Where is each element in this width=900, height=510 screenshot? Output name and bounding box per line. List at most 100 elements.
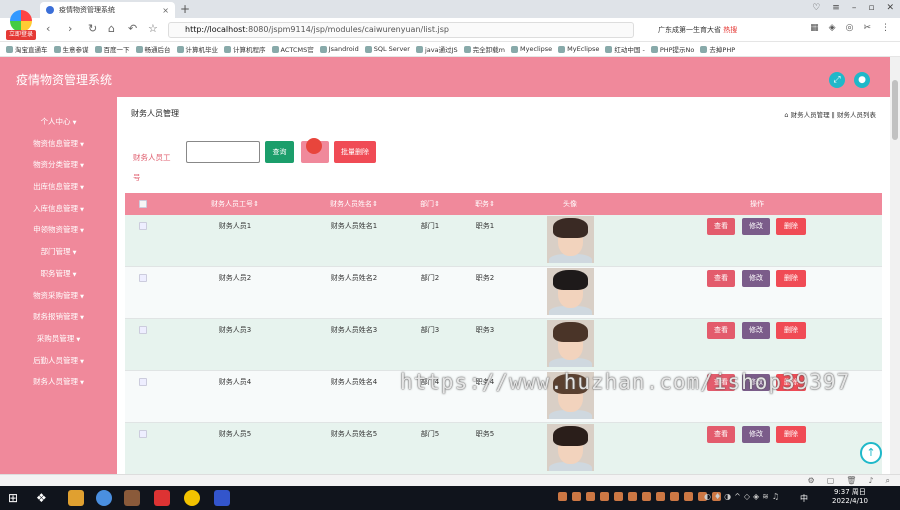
bookmark-item[interactable]: 计算机程序 <box>224 44 266 54</box>
star-icon[interactable]: ☆ <box>148 22 158 35</box>
wps-icon[interactable] <box>154 490 170 506</box>
bookmark-item[interactable]: java通过JS <box>415 44 458 54</box>
task-view-icon[interactable]: ❖ <box>36 491 47 505</box>
bookmark-item[interactable]: 生意参谋 <box>53 44 89 54</box>
bookmark-item[interactable]: 淘宝直通车 <box>6 44 48 54</box>
scissors-icon[interactable]: ✂ <box>863 23 871 33</box>
select-all-checkbox[interactable] <box>139 200 147 208</box>
bookmark-item[interactable]: 计算机毕业 <box>176 44 218 54</box>
sidebar-item[interactable]: 出库信息管理 ▼ <box>0 176 117 198</box>
sidebar-item[interactable]: 入库信息管理 ▼ <box>0 198 117 220</box>
scrollbar-thumb[interactable] <box>892 80 898 140</box>
status-zoom-icon[interactable]: ⌕ <box>886 476 890 486</box>
clock[interactable]: 9:37 周日 2022/4/10 <box>832 488 868 506</box>
sidebar-item[interactable]: 物资信息管理 ▼ <box>0 133 117 155</box>
bookmark-item[interactable]: 畅通后台 <box>135 44 171 54</box>
edit-button[interactable]: 修改 <box>742 426 770 443</box>
close-tab-icon[interactable]: × <box>162 6 169 15</box>
edit-button[interactable]: 修改 <box>742 270 770 287</box>
bookmark-item[interactable]: PHP提示No <box>650 44 694 54</box>
system-tray-icons[interactable]: ◐♦◑^◇◈≋♫ <box>704 492 782 501</box>
sidebar-item[interactable]: 物资采购管理 ▼ <box>0 285 117 307</box>
app-icon[interactable] <box>124 490 140 506</box>
query-button[interactable]: 查询 <box>265 141 294 163</box>
bookmark-item[interactable]: MyEclipse <box>558 45 599 53</box>
bookmark-item[interactable]: ACTCMS官 <box>271 44 314 54</box>
delete-button[interactable]: 删除 <box>776 322 806 339</box>
sidebar-item[interactable]: 职务管理 ▼ <box>0 263 117 285</box>
row-checkbox[interactable] <box>139 274 147 282</box>
bookmark-item[interactable]: 完全卸载m <box>463 44 505 54</box>
ide-icon[interactable] <box>214 490 230 506</box>
refresh-icon[interactable]: ↻ <box>88 22 97 35</box>
address-bar[interactable]: http://localhost:8080/jspm9114/jsp/modul… <box>168 22 634 38</box>
extension-icon[interactable]: ◎ <box>846 23 854 33</box>
bookmark-item[interactable]: 百度一下 <box>94 44 130 54</box>
user-icon[interactable]: ● <box>854 72 870 88</box>
tray-app-icon[interactable] <box>684 492 693 501</box>
browser-taskbar-icon[interactable] <box>96 490 112 506</box>
file-explorer-icon[interactable] <box>68 490 84 506</box>
bookmark-item[interactable]: SQL Server <box>364 45 410 53</box>
search-box[interactable]: 广东成第一生育大省 热搜 <box>644 22 764 38</box>
view-button[interactable]: 查看 <box>707 426 735 443</box>
bookmark-item[interactable]: Myeclipse <box>510 45 552 53</box>
forward-icon[interactable]: › <box>68 22 72 35</box>
status-trash-icon[interactable]: 🗑 <box>846 476 856 486</box>
sidebar-item[interactable]: 财务报销管理 ▼ <box>0 306 117 328</box>
status-gear-icon[interactable]: ⚙ <box>808 476 815 486</box>
sidebar-item[interactable]: 物资分类管理 ▼ <box>0 154 117 176</box>
fullscreen-icon[interactable]: ⤢ <box>829 72 845 88</box>
staff-id-search-input[interactable] <box>186 141 260 163</box>
row-checkbox[interactable] <box>139 378 147 386</box>
status-speaker-icon[interactable]: ♪ <box>868 476 873 486</box>
tray-app-icon[interactable] <box>628 492 637 501</box>
view-button[interactable]: 查看 <box>707 322 735 339</box>
back-to-top-icon[interactable]: ↑ <box>860 442 882 464</box>
delete-button[interactable]: 删除 <box>776 218 806 235</box>
tray-app-icon[interactable] <box>572 492 581 501</box>
sidebar-item[interactable]: 个人中心 ▼ <box>0 111 117 133</box>
shirt-icon[interactable]: ♡ <box>812 3 820 13</box>
tray-app-icon[interactable] <box>586 492 595 501</box>
row-checkbox[interactable] <box>139 326 147 334</box>
close-window-icon[interactable]: ✕ <box>886 3 894 13</box>
maximize-icon[interactable]: ▫ <box>868 3 874 13</box>
col-staff-id[interactable]: 财务人员工号⇕ <box>180 193 290 215</box>
status-window-icon[interactable]: ▢ <box>827 476 835 486</box>
apps-icon[interactable]: ▦ <box>810 23 819 33</box>
sidebar-item[interactable]: 采购员管理 ▼ <box>0 328 117 350</box>
input-language[interactable]: 中 <box>800 493 808 504</box>
col-dept[interactable]: 部门⇕ <box>410 193 450 215</box>
sidebar-item[interactable]: 后勤人员管理 ▼ <box>0 350 117 372</box>
login-badge[interactable]: 立即登录 <box>6 30 36 40</box>
delete-button[interactable]: 删除 <box>776 270 806 287</box>
game-icon[interactable]: ◈ <box>829 23 836 33</box>
view-button[interactable]: 查看 <box>707 218 735 235</box>
chat-icon[interactable] <box>184 490 200 506</box>
edit-button[interactable]: 修改 <box>742 322 770 339</box>
tray-app-icon[interactable] <box>656 492 665 501</box>
edit-button[interactable]: 修改 <box>742 218 770 235</box>
tray-app-icon[interactable] <box>642 492 651 501</box>
tray-app-icon[interactable] <box>558 492 567 501</box>
browser-logo[interactable]: 立即登录 <box>4 6 36 40</box>
col-staff-name[interactable]: 财务人员姓名⇕ <box>295 193 413 215</box>
start-icon[interactable]: ⊞ <box>8 491 18 505</box>
browser-tab[interactable]: 疫情物资管理系统 × <box>40 2 175 18</box>
bookmark-item[interactable]: Jsandroid <box>319 45 359 53</box>
tray-app-icon[interactable] <box>670 492 679 501</box>
more-icon[interactable]: ⋮ <box>881 23 890 33</box>
home-icon[interactable]: ⌂ <box>108 22 115 35</box>
sidebar-item[interactable]: 财务人员管理 ▼ <box>0 371 117 393</box>
row-checkbox[interactable] <box>139 430 147 438</box>
bookmark-item[interactable]: 红动中国 - <box>605 44 645 54</box>
new-tab-icon[interactable]: + <box>180 2 190 16</box>
sidebar-item[interactable]: 申领物资管理 ▼ <box>0 219 117 241</box>
menu-icon[interactable]: ≡ <box>832 3 840 13</box>
undo-icon[interactable]: ↶ <box>128 22 137 35</box>
back-icon[interactable]: ‹ <box>46 22 50 35</box>
row-checkbox[interactable] <box>139 222 147 230</box>
tray-app-icon[interactable] <box>600 492 609 501</box>
batch-delete-button[interactable]: 批量删除 <box>334 141 376 163</box>
